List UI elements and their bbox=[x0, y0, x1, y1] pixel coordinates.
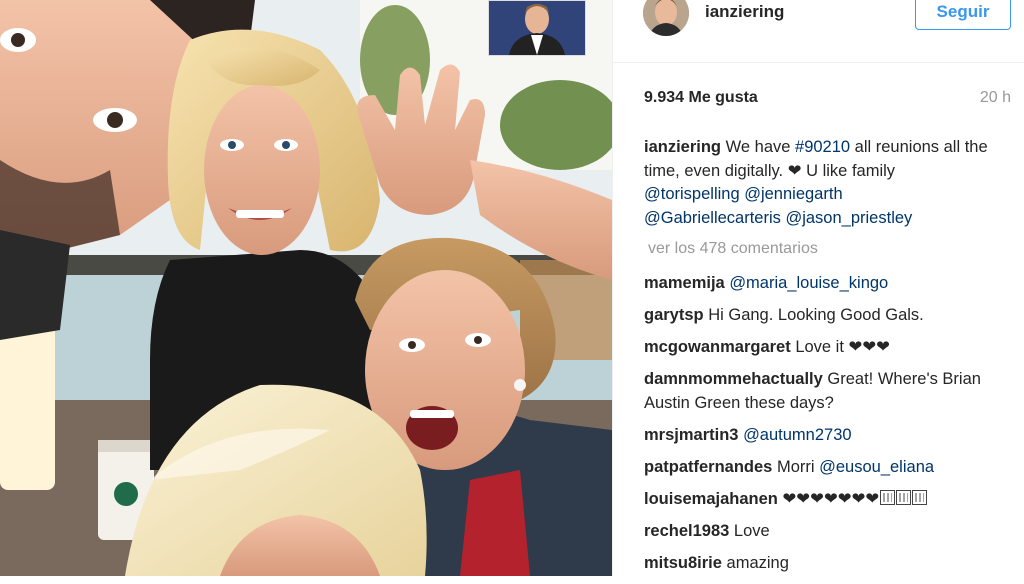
comment-item: mamemija @maria_louise_kingo bbox=[644, 272, 1004, 296]
caption-text-3: U like family bbox=[801, 161, 896, 180]
avatar[interactable] bbox=[643, 0, 689, 36]
hashtag-link[interactable]: #90210 bbox=[795, 138, 850, 156]
missing-emoji-icon bbox=[912, 489, 928, 505]
mention-link[interactable]: @torispelling bbox=[644, 185, 740, 203]
post-photo[interactable] bbox=[0, 0, 612, 576]
comment-text: Hi Gang. Looking Good Gals. bbox=[708, 306, 924, 324]
post-sidebar: ianziering Seguir 9.934 Me gusta 20 h ia… bbox=[612, 0, 1024, 576]
comment-mention[interactable]: @maria_louise_kingo bbox=[729, 274, 888, 292]
comment-item: mcgowanmargaret Love it ❤❤❤ bbox=[644, 336, 1004, 360]
selfie-image bbox=[0, 0, 612, 576]
thumbnail-inset bbox=[488, 0, 586, 56]
post-time[interactable]: 20 h bbox=[980, 89, 1011, 107]
comment-text: Love it ❤❤❤ bbox=[795, 338, 890, 356]
comment-item: louisemajahanen ❤❤❤❤❤❤❤ bbox=[644, 488, 1004, 512]
follow-button[interactable]: Seguir bbox=[915, 0, 1011, 30]
comment-item: rechel1983 Love bbox=[644, 520, 1004, 544]
comment-item: garytsp Hi Gang. Looking Good Gals. bbox=[644, 304, 1004, 328]
post-header: ianziering Seguir bbox=[613, 0, 1024, 63]
caption-text: We have bbox=[725, 138, 796, 156]
comment-item: mitsu8irie amazing bbox=[644, 552, 1004, 576]
comments-list: mamemija @maria_louise_kingo garytsp Hi … bbox=[644, 272, 1004, 584]
post-caption: ianziering We have #90210 all reunions a… bbox=[644, 136, 994, 230]
comment-username[interactable]: mitsu8irie bbox=[644, 554, 722, 572]
comment-username[interactable]: patpatfernandes bbox=[644, 458, 772, 476]
comment-username[interactable]: mamemija bbox=[644, 274, 725, 292]
comment-username[interactable]: damnmommehactually bbox=[644, 370, 823, 388]
missing-emoji-icon bbox=[896, 489, 912, 505]
comment-text: Morri bbox=[776, 457, 820, 476]
comment-item: damnmommehactually Great! Where's Brian … bbox=[644, 368, 1004, 415]
comment-username[interactable]: mcgowanmargaret bbox=[644, 338, 791, 356]
comment-username[interactable]: garytsp bbox=[644, 306, 704, 324]
likes-count[interactable]: 9.934 Me gusta bbox=[644, 89, 758, 107]
comment-text: ❤❤❤❤❤❤❤ bbox=[782, 489, 880, 508]
view-all-comments-link[interactable]: ver los 478 comentarios bbox=[648, 240, 818, 258]
comment-item: mrsjmartin3 @autumn2730 bbox=[644, 424, 1004, 448]
mention-link[interactable]: @jenniegarth bbox=[744, 185, 842, 203]
missing-emoji-icon bbox=[880, 489, 896, 505]
mention-link[interactable]: @jason_priestley bbox=[785, 209, 912, 227]
comment-username[interactable]: mrsjmartin3 bbox=[644, 426, 738, 444]
caption-username[interactable]: ianziering bbox=[644, 138, 721, 156]
mention-link[interactable]: @Gabriellecarteris bbox=[644, 209, 781, 227]
comment-text: amazing bbox=[726, 553, 789, 572]
comment-username[interactable]: louisemajahanen bbox=[644, 490, 778, 508]
comment-item: patpatfernandes Morri @eusou_eliana bbox=[644, 456, 1004, 480]
username[interactable]: ianziering bbox=[705, 2, 784, 22]
heart-icon: ❤ bbox=[787, 161, 802, 180]
comment-mention[interactable]: @eusou_eliana bbox=[819, 458, 934, 476]
comment-text: Love bbox=[733, 521, 770, 540]
comment-mention[interactable]: @autumn2730 bbox=[743, 426, 852, 444]
comment-username[interactable]: rechel1983 bbox=[644, 522, 729, 540]
